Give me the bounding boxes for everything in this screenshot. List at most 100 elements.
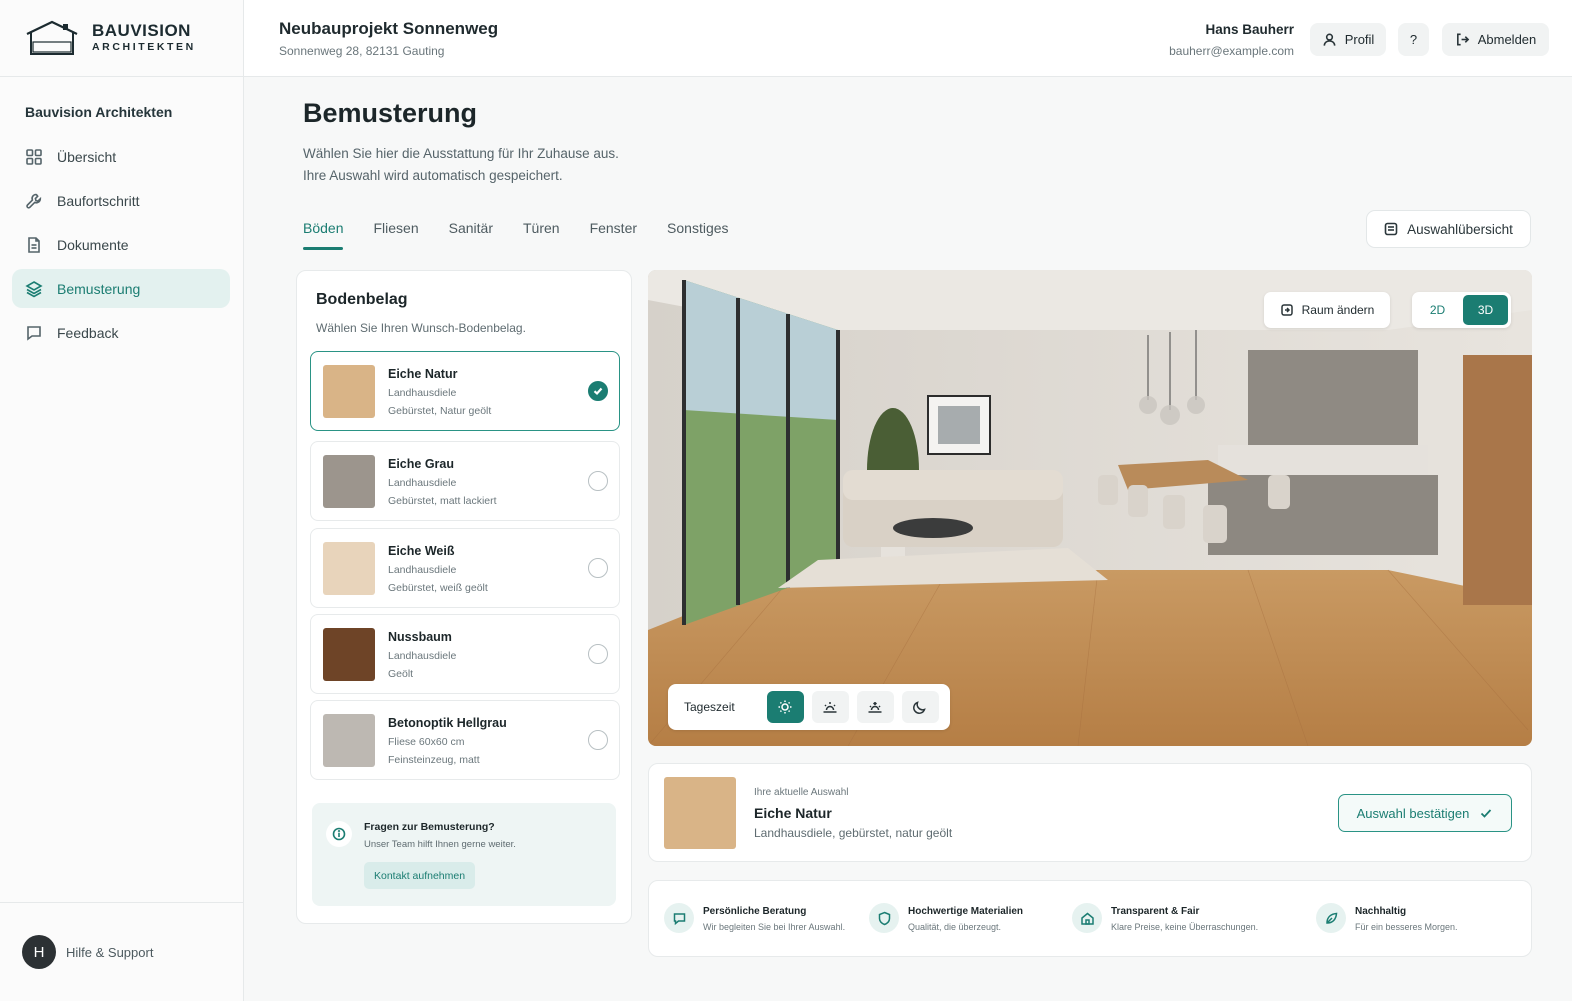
sidebar-item-label: Übersicht bbox=[57, 148, 117, 165]
house-logo-icon bbox=[26, 20, 78, 55]
option-swatch bbox=[323, 365, 375, 418]
tab-tueren[interactable]: Türen bbox=[523, 210, 560, 248]
sidebar-item-uebersicht[interactable]: Übersicht bbox=[12, 137, 230, 176]
tab-fliesen[interactable]: Fliesen bbox=[373, 210, 418, 248]
current-swatch bbox=[664, 777, 736, 849]
radio-checked[interactable] bbox=[588, 381, 608, 401]
sidebar-item-label: Bemusterung bbox=[57, 280, 141, 297]
page-title: Bemusterung bbox=[303, 98, 478, 128]
help-button[interactable]: ? bbox=[1398, 23, 1429, 56]
sidebar-item-bemusterung[interactable]: Bemusterung bbox=[12, 269, 230, 308]
current-selection-name: Eiche Natur bbox=[754, 805, 832, 821]
option-swatch bbox=[323, 455, 375, 508]
page-subtitle: Wählen Sie hier die Ausstattung für Ihr … bbox=[303, 146, 619, 183]
tab-boeden[interactable]: Böden bbox=[303, 210, 344, 250]
document-icon bbox=[28, 236, 40, 253]
moon-icon bbox=[913, 701, 926, 714]
current-selection-label: Ihre aktuelle Auswahl bbox=[754, 787, 849, 798]
sidebar-item-label: Feedback bbox=[57, 324, 119, 341]
help-subtitle: Unser Team hilft Ihnen gerne weiter. bbox=[364, 839, 516, 850]
flooring-panel: Bodenbelag Wählen Sie Ihren Wunsch-Boden… bbox=[296, 270, 632, 924]
contact-button[interactable]: Kontakt aufnehmen bbox=[364, 862, 476, 889]
user-email: bauherr@example.com bbox=[1169, 44, 1294, 58]
time-of-day-bar: Tageszeit bbox=[668, 684, 950, 730]
help-support-link[interactable]: H Hilfe & Support bbox=[0, 902, 243, 1001]
option-betonoptik-hellgrau[interactable]: Betonoptik Hellgrau Fliese 60x60 cm Fein… bbox=[310, 700, 620, 780]
option-nussbaum[interactable]: Nussbaum Landhausdiele Geölt bbox=[310, 614, 620, 694]
features-bar: Persönliche Beratung Wir begleiten Sie be… bbox=[648, 880, 1532, 957]
radio-unchecked[interactable] bbox=[588, 644, 608, 664]
option-eiche-grau[interactable]: Eiche Grau Landhausdiele Gebürstet, matt… bbox=[310, 441, 620, 521]
help-box: Fragen zur Bemusterung? Unser Team hilft… bbox=[312, 803, 616, 906]
leaf-icon bbox=[1316, 903, 1346, 933]
tab-sonstiges[interactable]: Sonstiges bbox=[667, 210, 728, 248]
sidebar-item-label: Dokumente bbox=[57, 236, 129, 253]
logo[interactable]: BAUVISION ARCHITEKTEN bbox=[0, 0, 243, 77]
sunrise-icon bbox=[823, 702, 837, 713]
sidebar-item-label: Baufortschritt bbox=[57, 192, 140, 209]
confirm-selection-button[interactable]: Auswahl bestätigen bbox=[1338, 794, 1512, 832]
feature-item: Transparent & Fair Klare Preise, keine Üb… bbox=[1072, 903, 1258, 933]
grid-icon bbox=[26, 148, 42, 165]
sidebar-item-baufortschritt[interactable]: Baufortschritt bbox=[12, 181, 230, 220]
radio-unchecked[interactable] bbox=[588, 558, 608, 578]
tab-sanitaer[interactable]: Sanitär bbox=[449, 210, 493, 248]
room-switch-icon bbox=[1280, 304, 1293, 316]
option-swatch bbox=[323, 628, 375, 681]
view-2d-button[interactable]: 2D bbox=[1415, 295, 1460, 325]
time-day-button[interactable] bbox=[766, 691, 804, 723]
logout-button[interactable]: Abmelden bbox=[1442, 23, 1549, 56]
panel-title: Bodenbelag bbox=[316, 291, 408, 308]
view-mode-toggle: 2D 3D bbox=[1412, 292, 1511, 328]
sidebar-item-dokumente[interactable]: Dokumente bbox=[12, 225, 230, 264]
brand-subtitle: ARCHITEKTEN bbox=[92, 41, 196, 53]
tab-fenster[interactable]: Fenster bbox=[590, 210, 637, 248]
time-of-day-label: Tageszeit bbox=[684, 700, 735, 714]
list-icon bbox=[1384, 222, 1398, 236]
shield-icon bbox=[869, 903, 899, 933]
avatar: H bbox=[22, 935, 56, 969]
panel-subtitle: Wählen Sie Ihren Wunsch-Bodenbelag. bbox=[316, 321, 526, 335]
sidebar-org-name: Bauvision Architekten bbox=[25, 104, 173, 120]
radio-unchecked[interactable] bbox=[588, 471, 608, 491]
check-icon bbox=[1481, 809, 1492, 818]
sidebar: BAUVISION ARCHITEKTEN Bauvision Architek… bbox=[0, 0, 244, 1001]
category-tabs: Böden Fliesen Sanitär Türen Fenster Sons… bbox=[303, 210, 759, 250]
option-eiche-weiss[interactable]: Eiche Weiß Landhausdiele Gebürstet, weiß… bbox=[310, 528, 620, 608]
project-address: Sonnenweg 28, 82131 Gauting bbox=[279, 44, 445, 58]
logout-icon bbox=[1456, 33, 1469, 46]
option-swatch bbox=[323, 542, 375, 595]
message-icon bbox=[27, 325, 41, 341]
feature-item: Hochwertige Materialien Qualität, die übe… bbox=[869, 903, 1023, 933]
feature-item: Persönliche Beratung Wir begleiten Sie be… bbox=[664, 903, 845, 933]
user-name: Hans Bauherr bbox=[1205, 22, 1294, 37]
user-icon bbox=[1323, 33, 1336, 46]
selection-overview-button[interactable]: Auswahlübersicht bbox=[1366, 210, 1531, 248]
sidebar-item-feedback[interactable]: Feedback bbox=[12, 313, 230, 352]
room-render-image bbox=[648, 270, 1532, 746]
sunset-icon bbox=[868, 702, 882, 713]
help-title: Fragen zur Bemusterung? bbox=[364, 821, 495, 833]
time-morning-button[interactable] bbox=[811, 691, 849, 723]
profile-button[interactable]: Profil bbox=[1310, 23, 1386, 56]
change-room-button[interactable]: Raum ändern bbox=[1264, 292, 1390, 328]
layers-icon bbox=[25, 280, 43, 297]
sidebar-nav: Übersicht Baufortschritt Dokumente Bemus… bbox=[12, 137, 230, 357]
chat-icon bbox=[664, 903, 694, 933]
room-visualization[interactable]: Raum ändern 2D 3D Tageszeit bbox=[648, 270, 1532, 746]
header: Neubauprojekt Sonnenweg Sonnenweg 28, 82… bbox=[244, 0, 1572, 77]
check-icon bbox=[593, 387, 603, 396]
project-title: Neubauprojekt Sonnenweg bbox=[279, 19, 499, 38]
current-selection: Ihre aktuelle Auswahl Eiche Natur Landha… bbox=[648, 763, 1532, 862]
house-icon bbox=[1072, 903, 1102, 933]
sun-icon bbox=[778, 700, 792, 714]
help-support-label: Hilfe & Support bbox=[66, 944, 154, 960]
radio-unchecked[interactable] bbox=[588, 730, 608, 750]
current-selection-description: Landhausdiele, gebürstet, natur geölt bbox=[754, 826, 953, 840]
wrench-icon bbox=[26, 193, 42, 209]
option-eiche-natur[interactable]: Eiche Natur Landhausdiele Gebürstet, Nat… bbox=[310, 351, 620, 431]
time-evening-button[interactable] bbox=[856, 691, 894, 723]
view-3d-button[interactable]: 3D bbox=[1463, 295, 1508, 325]
feature-item: Nachhaltig Für ein besseres Morgen. bbox=[1316, 903, 1458, 933]
time-night-button[interactable] bbox=[901, 691, 939, 723]
